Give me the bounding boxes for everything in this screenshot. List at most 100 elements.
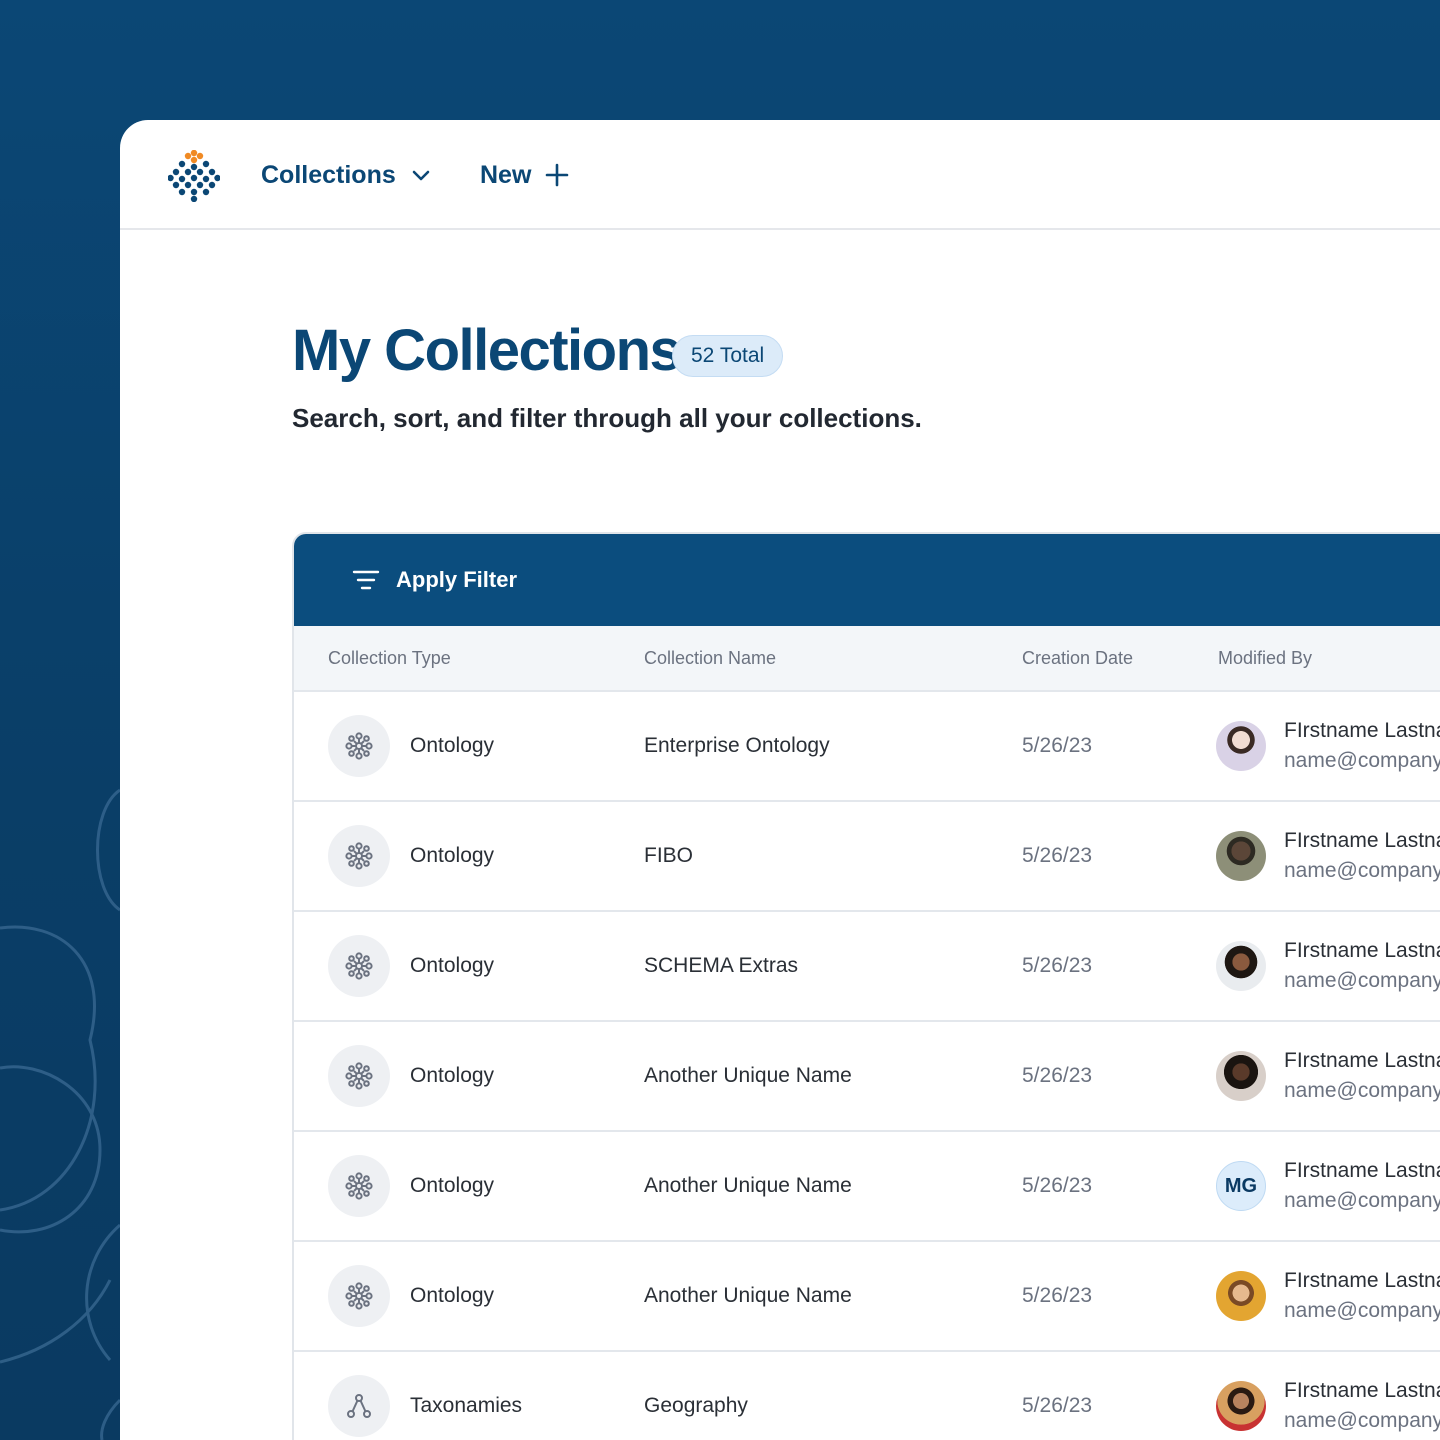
collection-name[interactable]: Another Unique Name (644, 1284, 852, 1308)
creation-date: 5/26/23 (1022, 844, 1093, 867)
table-row[interactable]: Ontology FIBO 5/26/23 FIrstname Lastname… (294, 802, 1440, 912)
modified-by-cell: FIrstname Lastname name@company.com (1216, 692, 1440, 800)
collection-type: Taxonamies (410, 1394, 523, 1417)
column-header-creation-date[interactable]: Creation Date (1022, 648, 1133, 669)
column-header-modified-by[interactable]: Modified By (1218, 648, 1312, 669)
collection-name[interactable]: Another Unique Name (644, 1064, 852, 1088)
collection-type-cell: Taxonamies (328, 1352, 522, 1440)
collection-name-cell: Another Unique Name (644, 1242, 852, 1350)
collection-name[interactable]: Enterprise Ontology (644, 734, 830, 758)
modified-by-email: name@company.com (1284, 1079, 1440, 1102)
collection-type: Ontology (410, 1064, 495, 1087)
avatar-photo (1216, 941, 1266, 991)
modified-by-name: FIrstname Lastname (1284, 1159, 1440, 1182)
table-body: Ontology Enterprise Ontology 5/26/23 FIr… (294, 692, 1440, 1440)
column-header-collection-name[interactable]: Collection Name (644, 648, 776, 669)
creation-date-cell: 5/26/23 (1022, 1352, 1092, 1440)
modified-by-name: FIrstname Lastname (1284, 719, 1440, 742)
creation-date-cell: 5/26/23 (1022, 1242, 1092, 1350)
modified-by-email: name@company.com (1284, 1409, 1440, 1432)
modified-by-name: FIrstname Lastname (1284, 939, 1440, 962)
table-header: Collection Type Collection Name Creation… (294, 626, 1440, 692)
table-row[interactable]: Ontology Another Unique Name 5/26/23 FIr… (294, 1242, 1440, 1352)
network-node-icon (328, 1265, 390, 1327)
collection-name-cell: Another Unique Name (644, 1022, 852, 1130)
avatar-photo (1216, 1051, 1266, 1101)
apply-filter-button[interactable]: Apply Filter (352, 567, 517, 593)
modified-by-email: name@company.com (1284, 1299, 1440, 1322)
collection-type-cell: Ontology (328, 802, 494, 910)
filter-lines-icon (352, 570, 380, 590)
modified-by-email: name@company.com (1284, 1189, 1440, 1212)
creation-date: 5/26/23 (1022, 954, 1093, 977)
avatar-initials-text: MG (1224, 1174, 1258, 1197)
collection-type-cell: Ontology (328, 1242, 494, 1350)
collection-type-cell: Ontology (328, 1132, 494, 1240)
collection-name-cell: Geography (644, 1352, 748, 1440)
creation-date: 5/26/23 (1022, 1394, 1093, 1417)
creation-date: 5/26/23 (1022, 1174, 1093, 1197)
creation-date: 5/26/23 (1022, 734, 1093, 757)
avatar-photo (1216, 721, 1266, 771)
chevron-down-icon (412, 170, 430, 181)
collection-name-cell: Enterprise Ontology (644, 692, 830, 800)
collection-type: Ontology (410, 844, 495, 867)
modified-by-name: FIrstname Lastname (1284, 1379, 1440, 1402)
avatar-photo (1216, 831, 1266, 881)
avatar-photo (1216, 1381, 1266, 1431)
collection-name-cell: SCHEMA Extras (644, 912, 798, 1020)
avatar-photo (1216, 1271, 1266, 1321)
top-navigation: Collections New (120, 120, 1440, 230)
app-window: Collections New My Collections 52 Total … (120, 120, 1440, 1440)
collection-name[interactable]: SCHEMA Extras (644, 954, 798, 978)
collection-name[interactable]: Geography (644, 1394, 748, 1418)
brand-logo[interactable] (168, 150, 220, 202)
creation-date-cell: 5/26/23 (1022, 802, 1092, 910)
network-node-icon (328, 825, 390, 887)
creation-date-cell: 5/26/23 (1022, 1132, 1092, 1240)
collections-menu-label: Collections (261, 160, 396, 189)
new-button[interactable]: New (480, 156, 569, 194)
page-title: My Collections (292, 318, 682, 383)
creation-date: 5/26/23 (1022, 1284, 1093, 1307)
collection-type: Ontology (410, 1284, 495, 1307)
hierarchy-icon (328, 1375, 390, 1437)
collection-name-cell: Another Unique Name (644, 1132, 852, 1240)
creation-date-cell: 5/26/23 (1022, 1022, 1092, 1130)
collection-type-cell: Ontology (328, 912, 494, 1020)
column-header-collection-type[interactable]: Collection Type (328, 648, 451, 669)
modified-by-name: FIrstname Lastname (1284, 829, 1440, 852)
collections-table: Apply Filter Collection Type Collection … (292, 532, 1440, 1440)
modified-by-cell: FIrstname Lastname name@company.com (1216, 802, 1440, 910)
creation-date: 5/26/23 (1022, 1064, 1093, 1087)
modified-by-cell: MG FIrstname Lastname name@company.com (1216, 1132, 1440, 1240)
creation-date-cell: 5/26/23 (1022, 912, 1092, 1020)
collection-type: Ontology (410, 734, 495, 757)
modified-by-email: name@company.com (1284, 969, 1440, 992)
table-row[interactable]: Ontology Enterprise Ontology 5/26/23 FIr… (294, 692, 1440, 802)
modified-by-cell: FIrstname Lastname name@company.com (1216, 1352, 1440, 1440)
filter-bar: Apply Filter (294, 534, 1440, 626)
collection-type: Ontology (410, 954, 495, 977)
collection-type-cell: Ontology (328, 1022, 494, 1130)
apply-filter-label: Apply Filter (396, 567, 518, 592)
table-row[interactable]: Ontology SCHEMA Extras 5/26/23 FIrstname… (294, 912, 1440, 1022)
collections-menu[interactable]: Collections (261, 156, 432, 194)
collection-type-cell: Ontology (328, 692, 494, 800)
modified-by-name: FIrstname Lastname (1284, 1269, 1440, 1292)
table-row[interactable]: Ontology Another Unique Name 5/26/23 MG … (294, 1132, 1440, 1242)
table-row[interactable]: Taxonamies Geography 5/26/23 FIrstname L… (294, 1352, 1440, 1440)
modified-by-email: name@company.com (1284, 749, 1440, 772)
network-node-icon (328, 1045, 390, 1107)
collection-name[interactable]: Another Unique Name (644, 1174, 852, 1198)
modified-by-name: FIrstname Lastname (1284, 1049, 1440, 1072)
page-subtitle: Search, sort, and filter through all you… (292, 403, 922, 433)
creation-date-cell: 5/26/23 (1022, 692, 1092, 800)
avatar-initials: MG (1216, 1161, 1266, 1211)
new-button-label: New (480, 160, 532, 189)
collection-name[interactable]: FIBO (644, 844, 693, 868)
modified-by-cell: FIrstname Lastname name@company.com (1216, 912, 1440, 1020)
table-row[interactable]: Ontology Another Unique Name 5/26/23 FIr… (294, 1022, 1440, 1132)
collection-name-cell: FIBO (644, 802, 693, 910)
modified-by-cell: FIrstname Lastname name@company.com (1216, 1022, 1440, 1130)
